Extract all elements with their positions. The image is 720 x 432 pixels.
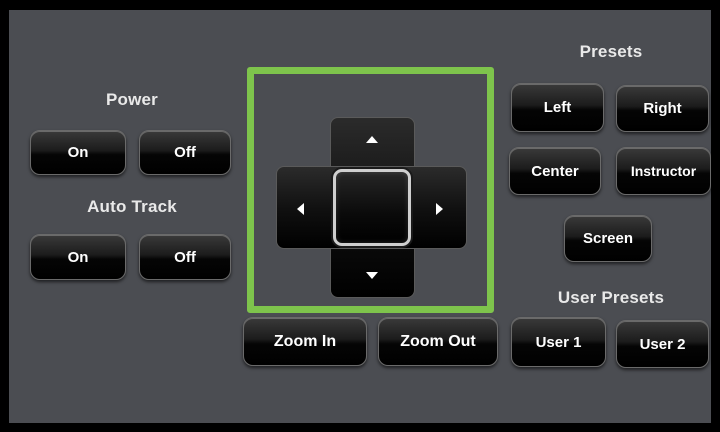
preset-instructor-button[interactable]: Instructor: [616, 147, 711, 195]
presets-title: Presets: [579, 42, 643, 61]
preset-screen-button[interactable]: Screen: [564, 215, 652, 262]
user-presets-title: User Presets: [557, 288, 665, 307]
power-title: Power: [105, 90, 159, 109]
auto-track-title: Auto Track: [87, 197, 177, 216]
arrow-right-icon[interactable]: [436, 203, 443, 215]
zoom-in-button[interactable]: Zoom In: [243, 317, 367, 366]
power-on-button[interactable]: On: [30, 130, 126, 175]
zoom-out-button[interactable]: Zoom Out: [378, 317, 498, 366]
arrow-up-icon[interactable]: [366, 136, 378, 143]
user-preset-1-button[interactable]: User 1: [511, 317, 606, 367]
arrow-left-icon[interactable]: [297, 203, 304, 215]
preset-left-button[interactable]: Left: [511, 83, 604, 132]
preset-center-button[interactable]: Center: [509, 147, 601, 195]
arrow-down-icon[interactable]: [366, 272, 378, 279]
preset-right-button[interactable]: Right: [616, 85, 709, 132]
user-preset-2-button[interactable]: User 2: [616, 320, 709, 368]
auto-track-off-button[interactable]: Off: [139, 234, 231, 280]
dpad-center-button[interactable]: [333, 169, 411, 246]
power-off-button[interactable]: Off: [139, 130, 231, 175]
auto-track-on-button[interactable]: On: [30, 234, 126, 280]
